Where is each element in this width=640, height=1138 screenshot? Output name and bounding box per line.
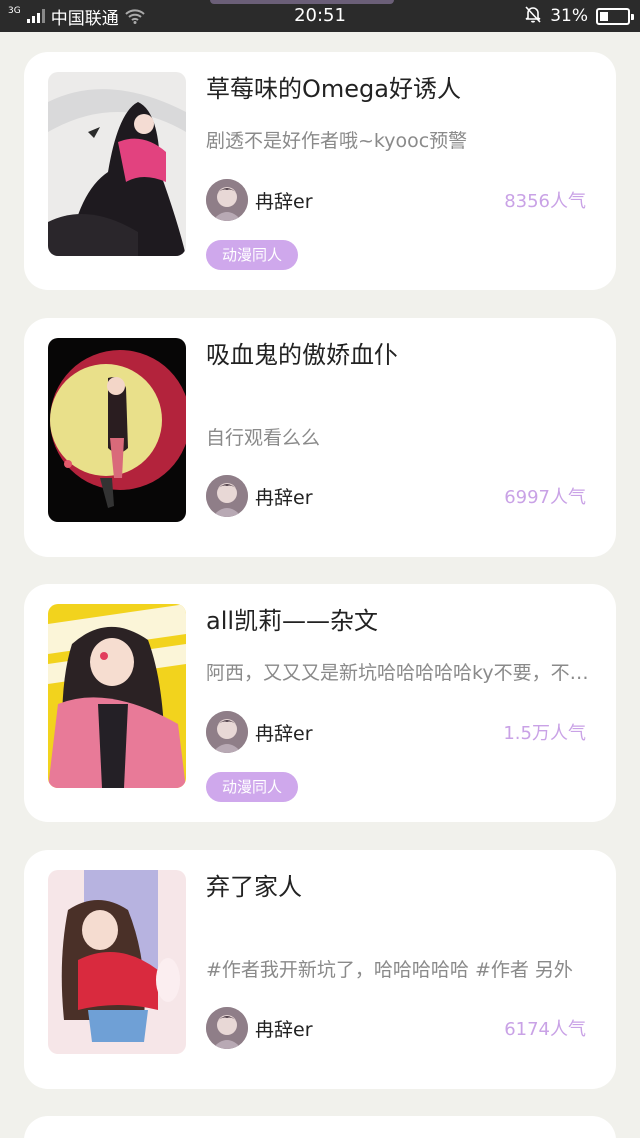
author-row: 冉辞er 1.5万人气: [206, 711, 586, 753]
category-tag[interactable]: 动漫同人: [206, 772, 299, 802]
story-title[interactable]: 吸血鬼的傲娇血仆: [206, 338, 586, 372]
status-bar: 3G 中国联通 20:51 31%: [0, 0, 640, 32]
author-name[interactable]: 冉辞er: [255, 483, 313, 510]
author-row: 冉辞er 6174人气: [206, 1007, 586, 1049]
popularity-count: 1.5万人气: [503, 723, 586, 744]
author-row: 冉辞er 6997人气: [206, 475, 586, 517]
battery-percent: 31%: [550, 6, 588, 26]
author-name[interactable]: 冉辞er: [255, 1015, 313, 1042]
story-title[interactable]: all凯莉——杂文: [206, 604, 586, 638]
author-name[interactable]: 冉辞er: [255, 187, 313, 214]
author-avatar[interactable]: [206, 1007, 248, 1049]
story-card[interactable]: [24, 1116, 616, 1138]
status-bar-right: 31%: [524, 0, 634, 32]
author-avatar[interactable]: [206, 179, 248, 221]
story-description: #作者我开新坑了，哈哈哈哈哈 #作者 另外: [206, 959, 573, 981]
story-card[interactable]: 草莓味的Omega好诱人 剧透不是好作者哦~kyooc预警 冉辞er 8356人…: [24, 52, 616, 290]
story-cover-image[interactable]: [48, 604, 186, 788]
author-avatar[interactable]: [206, 475, 248, 517]
popularity-count: 8356人气: [504, 191, 586, 212]
battery-icon: [596, 7, 634, 25]
popularity-count: 6174人气: [504, 1019, 586, 1040]
story-cover-image[interactable]: [48, 870, 186, 1054]
status-bar-notch: [210, 0, 394, 4]
story-title[interactable]: 草莓味的Omega好诱人: [206, 72, 586, 106]
story-cover-image[interactable]: [48, 72, 186, 256]
story-card[interactable]: all凯莉——杂文 阿西，又又又是新坑哈哈哈哈哈ky不要，不要，不要 冉辞er …: [24, 584, 616, 822]
author-avatar[interactable]: [206, 711, 248, 753]
story-description: 剧透不是好作者哦~kyooc预警: [206, 130, 468, 152]
story-cover-image[interactable]: [48, 338, 186, 522]
author-row: 冉辞er 8356人气: [206, 179, 586, 221]
silent-bell-icon: [524, 5, 542, 28]
battery-fill: [600, 11, 609, 21]
story-card[interactable]: 吸血鬼的傲娇血仆 自行观看么么 冉辞er 6997人气: [24, 318, 616, 557]
story-description: 自行观看么么: [206, 427, 321, 449]
popularity-count: 6997人气: [504, 487, 586, 508]
story-description: 阿西，又又又是新坑哈哈哈哈哈ky不要，不要，不要: [206, 662, 596, 684]
story-title[interactable]: 弃了家人: [206, 870, 586, 904]
author-name[interactable]: 冉辞er: [255, 719, 313, 746]
story-card[interactable]: 弃了家人 #作者我开新坑了，哈哈哈哈哈 #作者 另外 冉辞er 6174人气: [24, 850, 616, 1089]
category-tag[interactable]: 动漫同人: [206, 240, 299, 270]
